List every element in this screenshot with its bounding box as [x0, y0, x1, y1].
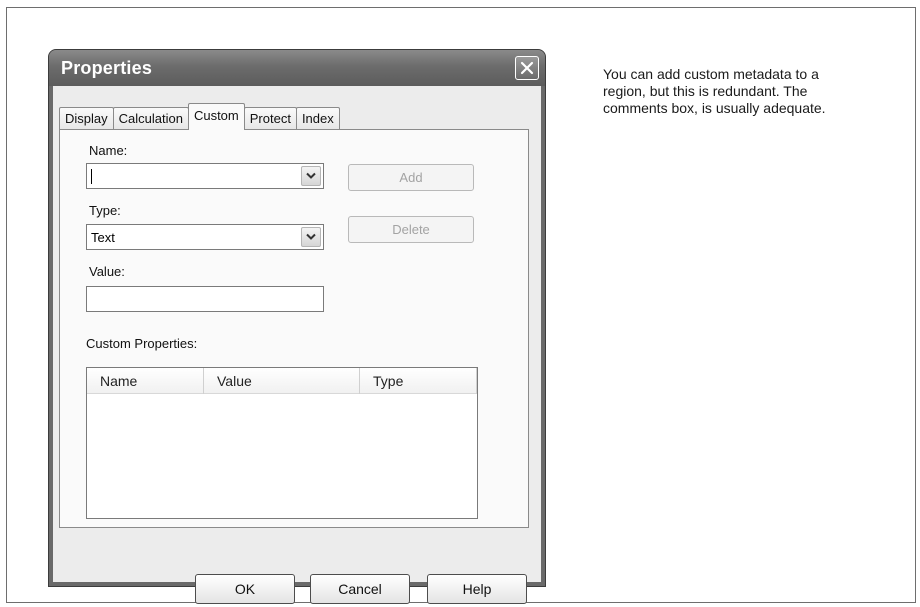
tab-strip: Display Calculation Custom Protect Index — [59, 103, 340, 130]
value-label: Value: — [89, 264, 125, 279]
properties-dialog: Properties Display Calculation Custom Pr… — [48, 49, 546, 604]
type-label: Type: — [89, 203, 121, 218]
caption-line-3: comments box, is usually adequate. — [603, 100, 826, 116]
tab-index[interactable]: Index — [295, 107, 340, 130]
dialog-title: Properties — [61, 58, 153, 78]
chevron-down-icon — [306, 172, 316, 179]
column-header-type[interactable]: Type — [360, 368, 477, 394]
type-value: Text — [91, 230, 115, 245]
caption-line-1: You can add custom metadata to a — [603, 66, 819, 82]
dialog-titlebar[interactable]: Properties — [49, 50, 545, 86]
name-dropdown-button[interactable] — [301, 166, 321, 186]
delete-button[interactable]: Delete — [348, 216, 474, 243]
column-header-value[interactable]: Value — [204, 368, 360, 394]
custom-properties-label: Custom Properties: — [86, 336, 198, 351]
type-combobox[interactable]: Text — [86, 224, 324, 250]
ok-button[interactable]: OK — [195, 574, 295, 604]
add-button[interactable]: Add — [348, 164, 474, 191]
text-caret — [91, 169, 92, 184]
help-button[interactable]: Help — [427, 574, 527, 604]
name-combobox[interactable] — [86, 163, 324, 189]
tab-calculation[interactable]: Calculation — [112, 107, 189, 130]
caption-line-2: region, but this is redundant. The — [603, 83, 808, 99]
tab-protect[interactable]: Protect — [243, 107, 297, 130]
screenshot-frame: You can add custom metadata to a region,… — [6, 7, 916, 604]
tab-display[interactable]: Display — [59, 107, 114, 130]
dialog-client-area: Display Calculation Custom Protect Index… — [53, 86, 541, 604]
name-label: Name: — [89, 143, 128, 158]
value-input[interactable] — [86, 286, 324, 312]
close-button[interactable] — [515, 56, 539, 80]
custom-properties-list[interactable]: Name Value Type — [86, 367, 478, 519]
close-icon — [520, 61, 534, 75]
caption-text: You can add custom metadata to a region,… — [603, 66, 903, 117]
type-dropdown-button[interactable] — [301, 227, 321, 247]
column-header-name[interactable]: Name — [87, 368, 204, 394]
chevron-down-icon — [306, 233, 316, 240]
list-header: Name Value Type — [87, 368, 477, 394]
tab-custom[interactable]: Custom — [187, 103, 245, 130]
custom-tab-panel: Name: Add Type: Text Delete Value: Custo… — [59, 129, 529, 528]
cancel-button[interactable]: Cancel — [310, 574, 410, 604]
